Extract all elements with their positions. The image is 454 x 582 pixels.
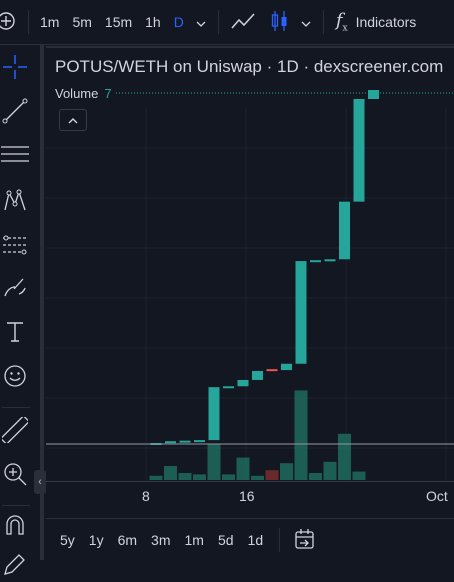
volume-bar bbox=[338, 433, 351, 480]
channel-tool[interactable] bbox=[0, 232, 30, 262]
candle bbox=[194, 440, 205, 443]
top-toolbar: 1m 5m 15m 1h D fx Indicators bbox=[0, 0, 454, 45]
chart-type-candles-button[interactable] bbox=[271, 0, 289, 44]
indicators-label: Indicators bbox=[355, 14, 417, 30]
brush-icon bbox=[2, 275, 28, 306]
channel-icon bbox=[2, 232, 28, 263]
candle bbox=[208, 387, 220, 441]
pattern-tool[interactable] bbox=[0, 188, 30, 218]
range-5d[interactable]: 5d bbox=[218, 532, 234, 548]
zoom-tool[interactable] bbox=[0, 461, 30, 491]
interval-dropdown[interactable] bbox=[196, 0, 206, 44]
candle bbox=[295, 261, 307, 364]
volume-bar bbox=[193, 474, 206, 480]
volume-value: 7 bbox=[104, 86, 112, 101]
candle bbox=[266, 369, 278, 372]
fib-lines-icon bbox=[1, 142, 29, 173]
indicators-button[interactable]: fx Indicators bbox=[336, 0, 416, 44]
collapse-legend-button[interactable] bbox=[59, 109, 87, 131]
ruler-tool[interactable] bbox=[0, 414, 31, 448]
range-5y[interactable]: 5y bbox=[60, 532, 75, 548]
volume-bar bbox=[236, 457, 250, 480]
text-icon bbox=[2, 319, 28, 350]
range-1d[interactable]: 1d bbox=[248, 532, 264, 548]
goto-date-button[interactable] bbox=[294, 528, 316, 553]
volume-bar bbox=[352, 471, 366, 480]
interval-15m[interactable]: 15m bbox=[105, 0, 132, 44]
time-axis[interactable]: 8 16 Oct bbox=[46, 481, 454, 518]
volume-bar bbox=[251, 475, 264, 480]
bottom-toolbar: 5y 1y 6m 3m 1m 5d 1d bbox=[46, 518, 454, 561]
goto-date-icon bbox=[294, 528, 316, 553]
trend-line-tool[interactable] bbox=[0, 98, 30, 128]
candle bbox=[223, 386, 234, 389]
time-tick: 8 bbox=[142, 488, 150, 504]
chart-type-line-button[interactable] bbox=[231, 0, 257, 44]
volume-label: Volume bbox=[55, 86, 99, 101]
lock-drawings-tool[interactable] bbox=[0, 551, 30, 581]
ruler-icon bbox=[0, 414, 31, 448]
candle bbox=[237, 379, 249, 387]
range-6m[interactable]: 6m bbox=[118, 532, 137, 548]
lock-pencil-icon bbox=[2, 551, 28, 582]
chevron-down-icon bbox=[196, 14, 206, 30]
brush-tool[interactable] bbox=[0, 275, 30, 305]
time-tick: 16 bbox=[239, 488, 255, 504]
range-1m[interactable]: 1m bbox=[185, 532, 204, 548]
interval-5m[interactable]: 5m bbox=[72, 0, 91, 44]
volume-bar bbox=[222, 474, 235, 480]
volume-bar bbox=[323, 461, 337, 480]
volume-bar bbox=[207, 443, 221, 480]
interval-1m[interactable]: 1m bbox=[40, 0, 59, 44]
trend-line-icon bbox=[2, 98, 28, 129]
add-symbol-button[interactable] bbox=[0, 0, 20, 44]
emoji-tool[interactable] bbox=[0, 363, 30, 393]
chart-pane[interactable]: POTUS/WETH on Uniswap · 1D · dexscreener… bbox=[46, 46, 454, 482]
line-chart-icon bbox=[231, 12, 257, 33]
candle bbox=[310, 260, 321, 263]
candle bbox=[324, 259, 336, 262]
candle bbox=[165, 441, 176, 444]
volume-bar bbox=[265, 470, 279, 480]
emoji-icon bbox=[2, 363, 28, 394]
function-icon: fx bbox=[335, 10, 348, 34]
crosshair-icon bbox=[2, 54, 28, 85]
volume-bar bbox=[309, 473, 322, 480]
volume-bar bbox=[178, 473, 192, 480]
candle bbox=[339, 201, 350, 260]
chart-type-dropdown[interactable] bbox=[301, 0, 311, 44]
zoom-icon bbox=[2, 461, 28, 492]
add-icon bbox=[0, 11, 20, 34]
text-tool[interactable] bbox=[0, 319, 30, 349]
magnet-icon bbox=[2, 512, 28, 543]
volume-legend: Volume 7 bbox=[55, 86, 112, 101]
volume-bar bbox=[149, 475, 163, 480]
interval-1h[interactable]: 1h bbox=[145, 0, 161, 44]
candle bbox=[368, 90, 379, 100]
candles-icon bbox=[271, 10, 289, 35]
magnet-tool[interactable] bbox=[0, 512, 30, 542]
candle bbox=[281, 363, 292, 371]
pattern-icon bbox=[2, 188, 28, 219]
chevron-left-icon: ‹ bbox=[38, 476, 42, 488]
time-tick: Oct bbox=[426, 488, 448, 504]
range-3m[interactable]: 3m bbox=[151, 532, 170, 548]
range-1y[interactable]: 1y bbox=[89, 532, 104, 548]
crosshair-tool[interactable] bbox=[0, 54, 30, 84]
volume-bar bbox=[164, 466, 177, 480]
price-plot[interactable] bbox=[46, 48, 454, 482]
volume-bar bbox=[280, 463, 293, 480]
chart-title: POTUS/WETH on Uniswap · 1D · dexscreener… bbox=[55, 57, 444, 76]
candle bbox=[353, 99, 365, 202]
collapse-sidebar-button[interactable]: ‹ bbox=[34, 470, 46, 494]
candle bbox=[179, 440, 191, 443]
candle bbox=[252, 370, 263, 380]
interval-d[interactable]: D bbox=[174, 0, 184, 44]
chevron-down-icon bbox=[301, 14, 311, 30]
volume-bar bbox=[294, 390, 308, 480]
fib-tool[interactable] bbox=[0, 142, 30, 172]
chevron-up-icon bbox=[68, 111, 78, 129]
